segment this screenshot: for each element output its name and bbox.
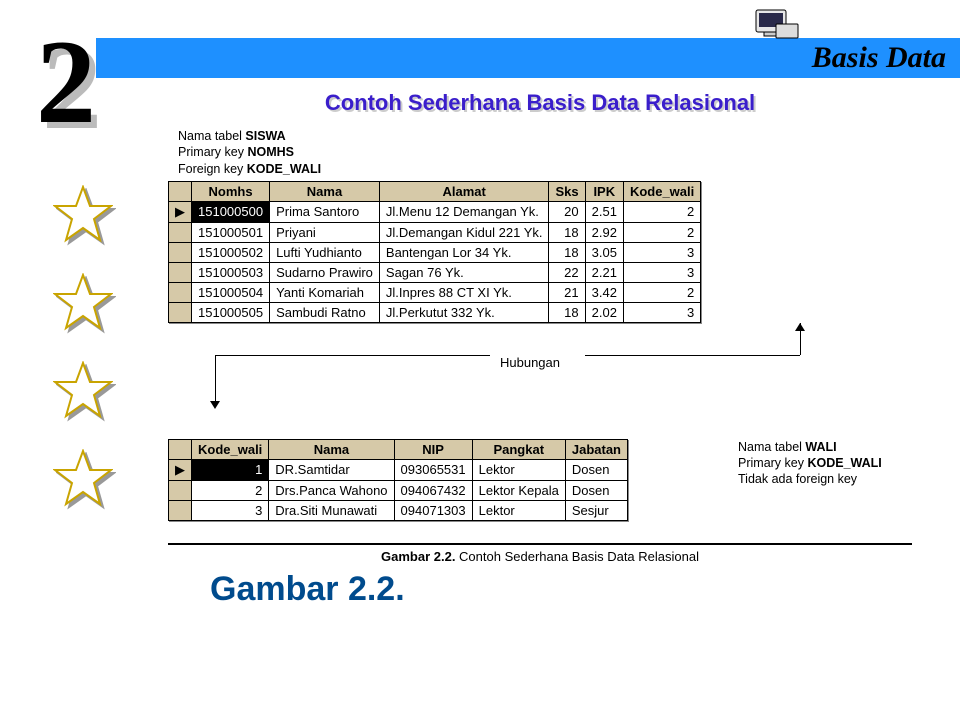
brand-label: Basis Data xyxy=(812,41,946,75)
table-row: 2Drs.Panca Wahono094067432Lektor KepalaD… xyxy=(169,480,628,500)
table-row: ▶151000500Prima SantoroJl.Menu 12 Demang… xyxy=(169,201,701,222)
table-row: 151000502Lufti YudhiantoBantengan Lor 34… xyxy=(169,242,701,262)
table-row: 151000501PriyaniJl.Demangan Kidul 221 Yk… xyxy=(169,222,701,242)
relation-label: Hubungan xyxy=(500,355,560,370)
table-row: 151000505Sambudi RatnoJl.Perkutut 332 Yk… xyxy=(169,302,701,322)
relation-diagram: Hubungan xyxy=(150,329,930,439)
star-icon xyxy=(53,185,113,245)
wali-meta: Nama tabel WALI Primary key KODE_WALI Ti… xyxy=(738,439,882,488)
computer-icon xyxy=(754,8,800,42)
table-row: ▶1DR.Samtidar093065531LektorDosen xyxy=(169,459,628,480)
siswa-table: NomhsNamaAlamatSksIPKKode_wali▶151000500… xyxy=(168,181,701,323)
content-area: Contoh Sederhana Basis Data Relasional N… xyxy=(150,84,930,609)
stars-column xyxy=(48,185,118,509)
big-caption: Gambar 2.2. xyxy=(210,570,930,609)
siswa-meta: Nama tabel SISWA Primary key NOMHS Forei… xyxy=(178,128,930,177)
star-icon xyxy=(53,273,113,333)
header-band: Basis Data xyxy=(40,38,960,78)
table-row: 151000504Yanti KomariahJl.Inpres 88 CT X… xyxy=(169,282,701,302)
figure-caption: Gambar 2.2. Contoh Sederhana Basis Data … xyxy=(168,535,912,565)
table-row: 3Dra.Siti Munawati094071303LektorSesjur xyxy=(169,500,628,520)
table-row: 151000503Sudarno PrawiroSagan 76 Yk.222.… xyxy=(169,262,701,282)
wali-table: Kode_waliNamaNIPPangkatJabatan▶1DR.Samti… xyxy=(168,439,628,521)
chapter-number: 2 xyxy=(36,28,96,136)
slide-title: Contoh Sederhana Basis Data Relasional xyxy=(150,90,930,116)
star-icon xyxy=(53,449,113,509)
star-icon xyxy=(53,361,113,421)
